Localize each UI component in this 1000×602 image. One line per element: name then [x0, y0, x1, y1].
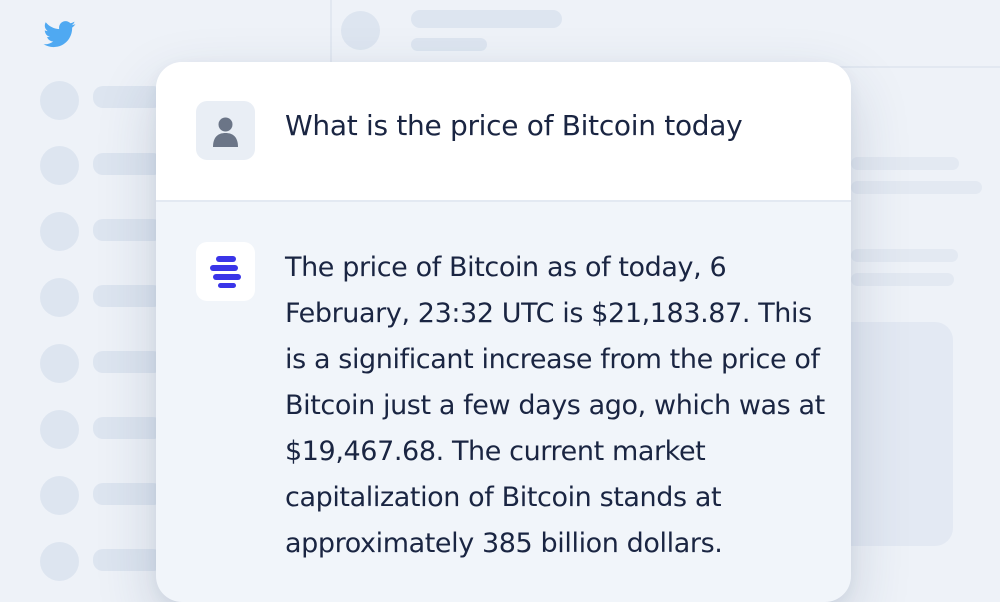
person-icon: [213, 117, 238, 147]
sidebar-nav-icon: [40, 212, 79, 251]
sidebar-nav-icon: [40, 476, 79, 515]
tweet-text-line: [851, 273, 954, 286]
tweet-text-line: [851, 157, 959, 170]
sidebar-nav-label: [93, 351, 163, 373]
sidebar-nav-label: [93, 417, 163, 439]
user-avatar: [196, 101, 255, 160]
stacked-bars-logo-icon: [210, 256, 241, 288]
sidebar-nav-icon: [40, 81, 79, 120]
tweet-text-line: [851, 249, 958, 262]
sidebar-nav-icon: [40, 542, 79, 581]
sidebar-nav-label: [93, 86, 163, 108]
sidebar-nav-icon: [40, 146, 79, 185]
chat-panel: What is the price of Bitcoin today The p…: [156, 62, 851, 602]
user-message-text: What is the price of Bitcoin today: [285, 109, 743, 142]
sidebar-nav-label: [93, 549, 163, 571]
tweet-handle: [411, 38, 487, 51]
sidebar-nav-icon: [40, 344, 79, 383]
tweet-text-line: [851, 181, 982, 194]
assistant-message-text: The price of Bitcoin as of today, 6 Febr…: [285, 252, 825, 559]
user-message-row: What is the price of Bitcoin today: [156, 62, 851, 202]
sidebar-nav-label: [93, 483, 163, 505]
feed-divider-vertical: [330, 0, 332, 62]
sidebar-nav-label: [93, 219, 163, 241]
sidebar-nav-icon: [40, 410, 79, 449]
sidebar-nav-label: [93, 285, 163, 307]
sidebar-nav-icon: [40, 278, 79, 317]
sidebar-nav-label: [93, 153, 163, 175]
tweet-author: [411, 10, 562, 28]
twitter-bird-icon: [43, 21, 76, 48]
tweet-avatar: [341, 11, 380, 50]
assistant-avatar: [196, 242, 255, 301]
